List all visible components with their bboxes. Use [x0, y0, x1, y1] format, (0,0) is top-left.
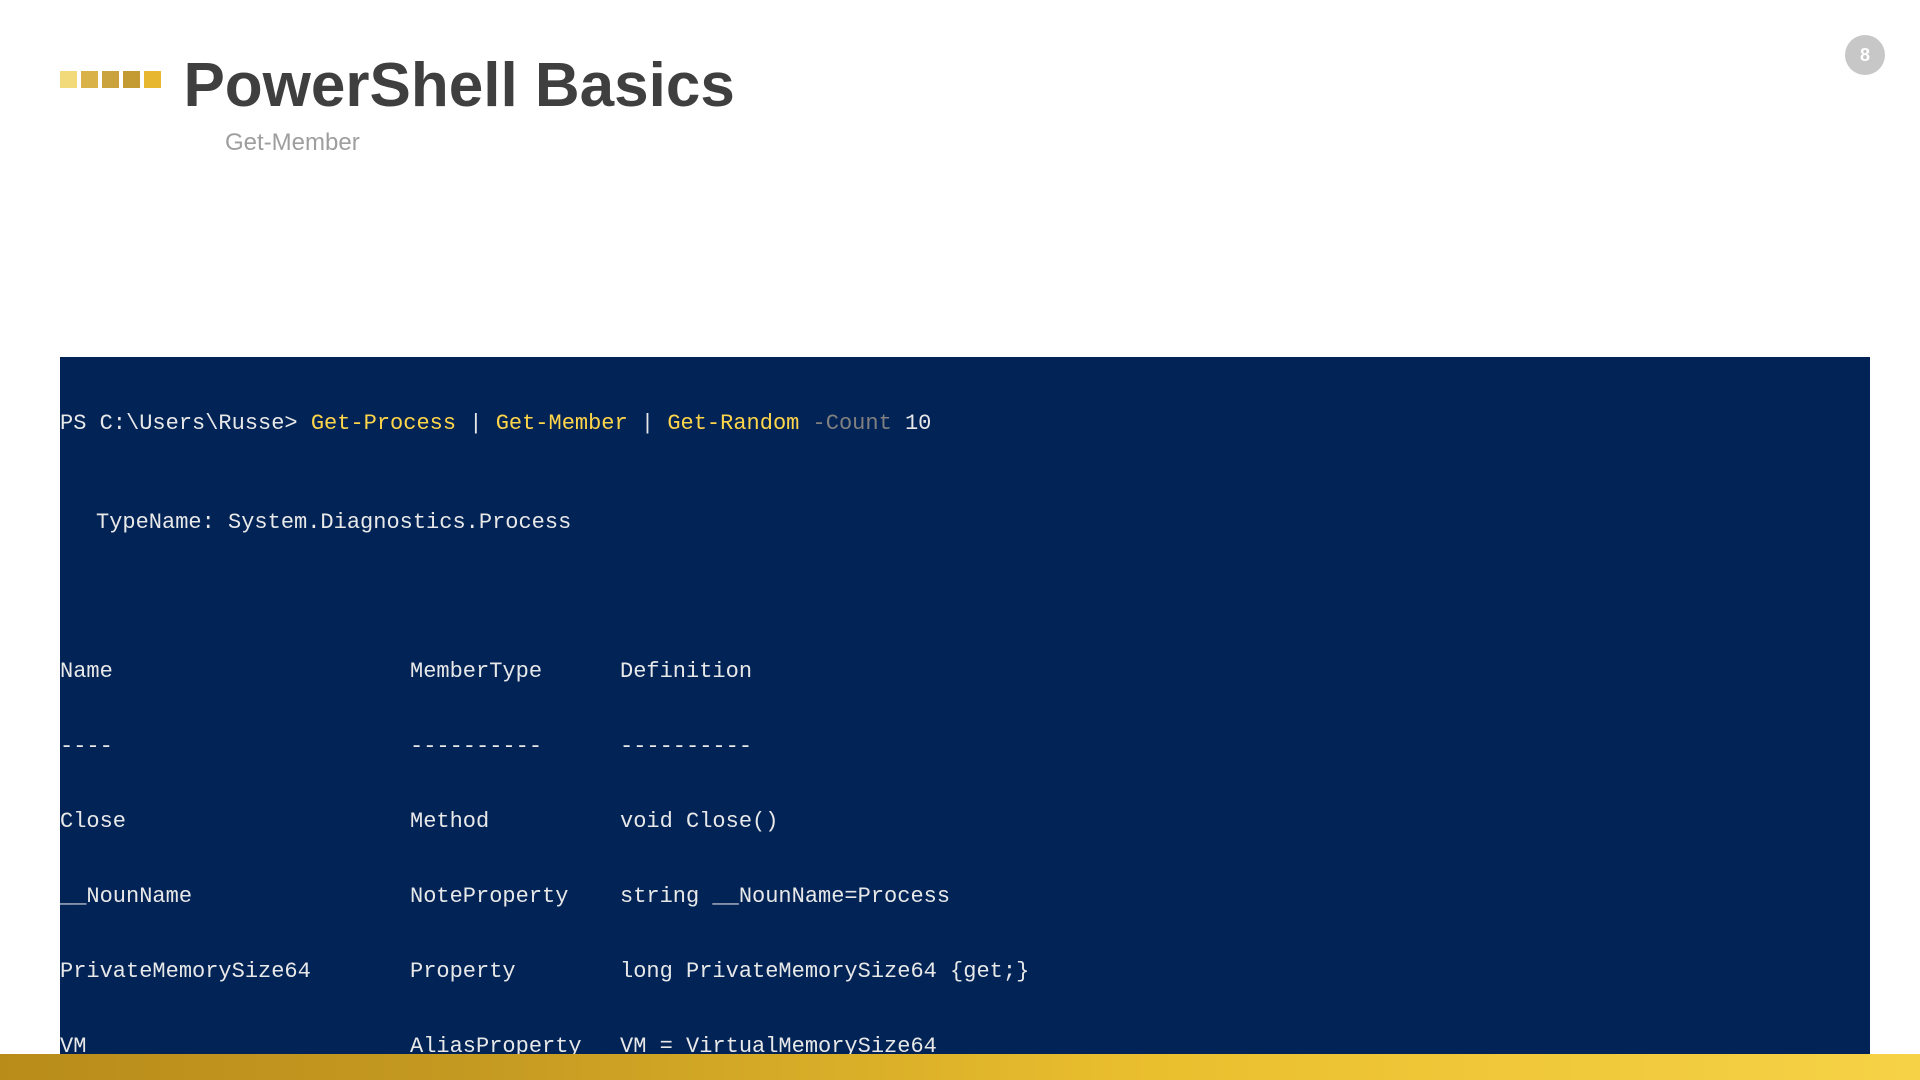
- footer-accent-bar: [0, 1054, 1920, 1080]
- terminal-cmd-getmember: Get-Member: [496, 411, 628, 436]
- page-number-badge: 8: [1845, 35, 1885, 75]
- slide-subtitle: Get-Member: [225, 129, 1920, 157]
- terminal-command-line: PS C:\Users\Russe> Get-Process | Get-Mem…: [60, 407, 1870, 436]
- table-header-definition: Definition: [620, 659, 752, 684]
- table-row: __NounNameNotePropertystring __NounName=…: [60, 884, 1870, 909]
- table-header-membertype: MemberType: [410, 659, 620, 684]
- terminal-param-name: -Count: [799, 411, 891, 436]
- terminal-typename: TypeName: System.Diagnostics.Process: [60, 486, 1870, 559]
- terminal-pipe: |: [628, 411, 668, 436]
- terminal-table: NameMemberTypeDefinition ---------------…: [60, 609, 1870, 1080]
- terminal-cmd-getprocess: Get-Process: [311, 411, 456, 436]
- terminal-param-value: 10: [892, 411, 932, 436]
- table-header-name: Name: [60, 659, 410, 684]
- accent-squares-icon: [60, 71, 161, 88]
- terminal-cmd-getrandom: Get-Random: [667, 411, 799, 436]
- table-row: PrivateMemorySize64Propertylong PrivateM…: [60, 959, 1870, 984]
- table-row: CloseMethodvoid Close(): [60, 809, 1870, 834]
- terminal-prompt: PS C:\Users\Russe>: [60, 411, 311, 436]
- slide-header: PowerShell Basics Get-Member: [0, 0, 1920, 157]
- table-divider-row: ------------------------: [60, 734, 1870, 759]
- terminal-output: PS C:\Users\Russe> Get-Process | Get-Mem…: [60, 357, 1870, 1080]
- terminal-pipe: |: [456, 411, 496, 436]
- slide-title: PowerShell Basics: [183, 50, 734, 121]
- table-header-row: NameMemberTypeDefinition: [60, 659, 1870, 684]
